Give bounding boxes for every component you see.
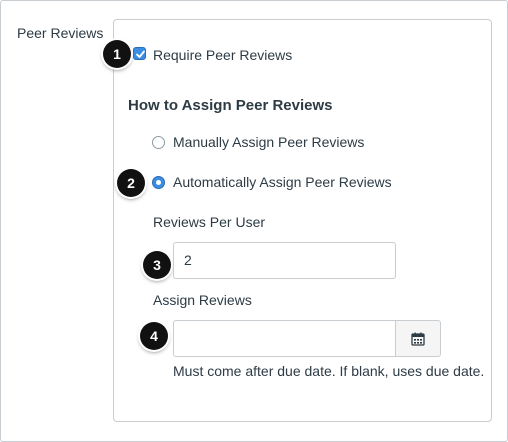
assign-reviews-label: Assign Reviews [153, 292, 252, 308]
reviews-per-user-label: Reviews Per User [153, 214, 266, 230]
check-icon [136, 50, 145, 58]
step-marker-2: 2 [117, 169, 145, 197]
step-marker-4: 4 [140, 322, 168, 350]
automatic-assign-label[interactable]: Automatically Assign Peer Reviews [173, 174, 392, 190]
section-label: Peer Reviews [17, 25, 104, 41]
reviews-per-user-input[interactable]: 2 [173, 242, 396, 279]
manual-assign-radio[interactable] [152, 136, 165, 149]
automatic-assign-radio[interactable] [152, 176, 165, 189]
assign-reviews-date-input[interactable] [173, 320, 396, 357]
require-peer-reviews-label[interactable]: Require Peer Reviews [153, 47, 292, 63]
assign-reviews-hint: Must come after due date. If blank, uses… [173, 363, 485, 379]
step-marker-3: 3 [143, 251, 171, 279]
step-marker-1: 1 [103, 40, 131, 68]
require-peer-reviews-checkbox[interactable] [133, 47, 146, 60]
calendar-icon [411, 332, 425, 346]
calendar-button[interactable] [396, 320, 441, 357]
assign-heading: How to Assign Peer Reviews [128, 97, 333, 114]
manual-assign-label[interactable]: Manually Assign Peer Reviews [173, 134, 364, 150]
